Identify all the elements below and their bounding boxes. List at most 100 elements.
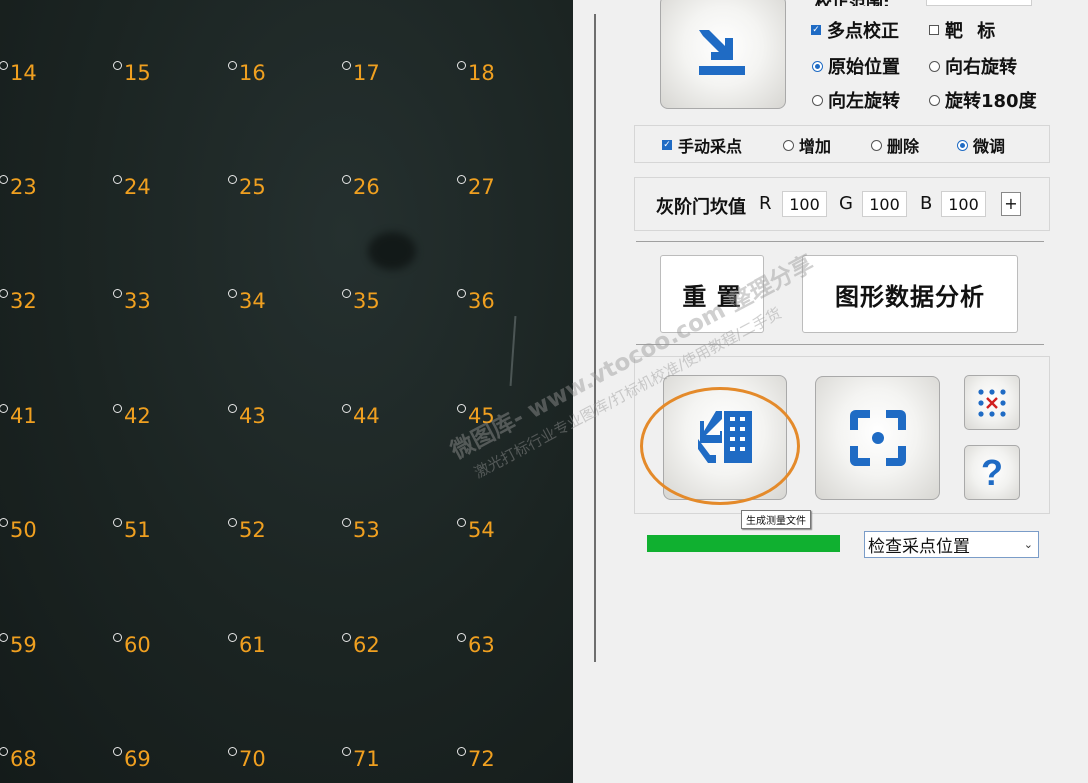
point-number: 16: [239, 61, 266, 85]
radio-rotate-180[interactable]: 旋转180度: [929, 87, 1037, 113]
plus-button[interactable]: +: [1001, 192, 1021, 216]
check-position-select[interactable]: 检查采点位置 ⌄: [864, 531, 1039, 558]
radio-dot: [929, 60, 940, 72]
help-button[interactable]: ?: [964, 445, 1020, 500]
point-marker-icon: [113, 289, 122, 298]
separator-1: [636, 241, 1044, 242]
center-focus-button[interactable]: [815, 376, 940, 500]
radio-finetune[interactable]: 微调: [957, 133, 1005, 157]
multipoint-correction-checkbox[interactable]: ✓ 多点校正: [811, 17, 899, 43]
point-number: 59: [10, 633, 37, 657]
reset-button[interactable]: 重 置: [660, 255, 764, 333]
point-marker-icon: [0, 61, 8, 70]
point-number: 15: [124, 61, 151, 85]
point-number: 50: [10, 518, 37, 542]
progress-bar: [647, 535, 840, 552]
point-number: 72: [468, 747, 495, 771]
point-number: 51: [124, 518, 151, 542]
radio-rotate-right[interactable]: 向右旋转: [929, 53, 1017, 79]
tooltip: 生成测量文件: [741, 510, 811, 529]
camera-canvas[interactable]: 14 15 16 17 18 23 24 25 26 27 32 33 34 35 36 41 42 43 44 45…: [0, 0, 573, 783]
range-input-clipped[interactable]: [926, 0, 1032, 6]
point-marker-icon: [342, 61, 351, 70]
point-marker-icon: [228, 175, 237, 184]
point-marker-icon: [0, 518, 8, 527]
point-marker-icon: [457, 175, 466, 184]
r-label: R: [759, 193, 772, 214]
point-number: 70: [239, 747, 266, 771]
radio-dot: [871, 139, 882, 151]
progress-fill: [647, 535, 840, 552]
b-value-input[interactable]: 100: [941, 191, 986, 217]
radio-delete[interactable]: 删除: [871, 133, 919, 157]
point-marker-icon: [0, 633, 8, 642]
radio-dot: [812, 60, 823, 72]
radio-dot: [783, 139, 794, 151]
point-number: 33: [124, 289, 151, 313]
point-marker-icon: [228, 747, 237, 756]
point-marker-icon: [342, 404, 351, 413]
import-arrow-icon: [699, 30, 745, 75]
dot-grid-icon: [978, 388, 1006, 417]
point-marker-icon: [457, 518, 466, 527]
checkbox-box: ✓: [662, 139, 672, 150]
point-number: 35: [353, 289, 380, 313]
b-label: B: [920, 193, 933, 214]
dust-blot: [368, 232, 416, 270]
point-marker-icon: [342, 633, 351, 642]
point-marker-icon: [228, 633, 237, 642]
point-number: 36: [468, 289, 495, 313]
point-number: 18: [468, 61, 495, 85]
point-number: 14: [10, 61, 37, 85]
point-number: 25: [239, 175, 266, 199]
help-icon: ?: [981, 451, 1003, 493]
point-marker-icon: [113, 747, 122, 756]
point-marker-icon: [342, 175, 351, 184]
point-marker-icon: [0, 289, 8, 298]
g-label: G: [839, 193, 853, 214]
point-marker-icon: [113, 175, 122, 184]
point-number: 60: [124, 633, 151, 657]
point-number: 24: [124, 175, 151, 199]
range-label-clipped: 校正范围:: [815, 0, 890, 6]
point-marker-icon: [457, 633, 466, 642]
target-checkbox[interactable]: 靶 标: [929, 17, 995, 43]
point-marker-icon: [113, 61, 122, 70]
point-number: 61: [239, 633, 266, 657]
point-number: 62: [353, 633, 380, 657]
point-number: 45: [468, 404, 495, 428]
radio-original-position[interactable]: 原始位置: [812, 53, 900, 79]
point-marker-icon: [457, 289, 466, 298]
select-value: 检查采点位置: [868, 537, 970, 557]
highlight-circle: [640, 387, 800, 505]
point-marker-icon: [342, 289, 351, 298]
point-marker-icon: [0, 747, 8, 756]
g-value-input[interactable]: 100: [862, 191, 907, 217]
point-number: 17: [353, 61, 380, 85]
radio-add[interactable]: 增加: [783, 133, 831, 157]
radio-rotate-left[interactable]: 向左旋转: [812, 87, 900, 113]
threshold-label: 灰阶门坎值: [656, 197, 746, 218]
checkbox-box: ✓: [811, 24, 821, 35]
grid-points-button[interactable]: [964, 375, 1020, 430]
point-number: 27: [468, 175, 495, 199]
manual-sampling-checkbox[interactable]: ✓ 手动采点: [662, 133, 742, 157]
import-button[interactable]: [660, 0, 786, 109]
point-marker-icon: [342, 747, 351, 756]
point-marker-icon: [113, 518, 122, 527]
point-marker-icon: [228, 404, 237, 413]
point-number: 26: [353, 175, 380, 199]
r-value-input[interactable]: 100: [782, 191, 827, 217]
radio-dot: [957, 139, 968, 151]
point-number: 53: [353, 518, 380, 542]
point-marker-icon: [113, 633, 122, 642]
point-number: 52: [239, 518, 266, 542]
analysis-button[interactable]: 图形数据分析: [802, 255, 1018, 333]
radio-dot: [929, 94, 940, 106]
point-number: 42: [124, 404, 151, 428]
point-marker-icon: [228, 289, 237, 298]
point-number: 43: [239, 404, 266, 428]
point-marker-icon: [342, 518, 351, 527]
separator-2: [636, 344, 1044, 345]
point-marker-icon: [457, 61, 466, 70]
